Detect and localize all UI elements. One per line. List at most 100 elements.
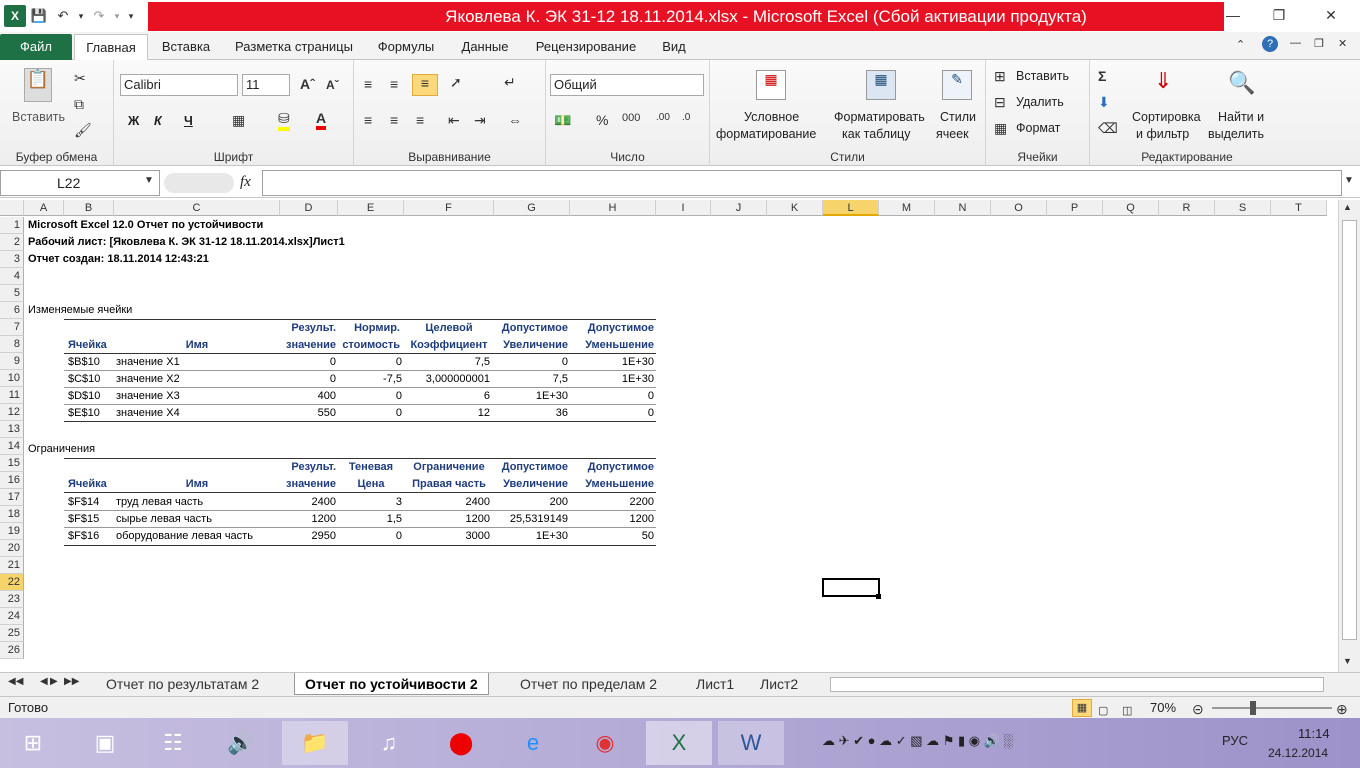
table-header[interactable]: значение xyxy=(280,337,336,354)
table-cell[interactable]: 3,000000001 xyxy=(404,371,490,388)
column-header[interactable]: A xyxy=(24,200,64,216)
tab-view[interactable]: Вид xyxy=(654,37,694,59)
next-sheet-icon[interactable]: ▶ xyxy=(50,676,58,687)
table-header[interactable]: Увеличение xyxy=(494,337,568,354)
last-sheet-icon[interactable]: ▶▶ xyxy=(64,676,79,687)
table-cell[interactable]: 1E+30 xyxy=(494,388,568,405)
decrease-font-icon[interactable]: Aˇ xyxy=(326,78,339,92)
minimize-icon[interactable]: — xyxy=(1210,0,1256,30)
table-header[interactable]: Увеличение xyxy=(494,476,568,493)
column-header[interactable]: F xyxy=(404,200,494,216)
report-worksheet[interactable]: Рабочий лист: [Яковлева К. ЭК 31-12 18.1… xyxy=(28,234,345,251)
table-cell[interactable]: значение X4 xyxy=(116,405,180,422)
column-header[interactable]: D xyxy=(280,200,338,216)
taskbar-media-icon[interactable]: 🔊 xyxy=(208,721,274,765)
column-header[interactable]: M xyxy=(879,200,935,216)
clock-date[interactable]: 24.12.2014 xyxy=(1268,746,1328,760)
align-right-icon[interactable]: ≡ xyxy=(416,112,424,128)
borders-icon[interactable]: ▦ xyxy=(232,112,245,129)
taskbar-music-icon[interactable]: ♫ xyxy=(356,721,422,765)
column-header[interactable]: C xyxy=(114,200,280,216)
table-cell[interactable]: 1200 xyxy=(570,511,654,528)
orientation-icon[interactable]: ➚ xyxy=(450,74,462,91)
taskbar-word-icon[interactable]: W xyxy=(718,721,784,765)
table-header[interactable]: Теневая xyxy=(338,459,404,476)
table-header[interactable]: Результ. xyxy=(280,320,336,337)
table-cell[interactable]: 0 xyxy=(570,388,654,405)
row-header[interactable]: 20 xyxy=(0,540,24,557)
insert-function-icon[interactable]: fx xyxy=(240,174,251,191)
merge-center-icon[interactable]: ⇔ xyxy=(508,112,522,128)
paste-button[interactable]: Вставить xyxy=(12,110,65,124)
row-header[interactable]: 24 xyxy=(0,608,24,625)
table-cell[interactable]: 0 xyxy=(280,354,336,371)
table-cell[interactable]: сырье левая часть xyxy=(116,511,212,528)
scroll-up-icon[interactable]: ▲ xyxy=(1343,202,1352,212)
row-header[interactable]: 7 xyxy=(0,319,24,336)
table-cell[interactable]: 25,5319149 xyxy=(494,511,568,528)
name-box-dropdown-icon[interactable]: ▼ xyxy=(144,175,154,186)
table-cell[interactable]: $C$10 xyxy=(68,371,100,388)
table-header[interactable]: Коэффициент xyxy=(404,337,494,354)
table-cell[interactable]: 2950 xyxy=(280,528,336,545)
delete-cells-button[interactable]: Удалить xyxy=(1016,95,1064,109)
tab-page-layout[interactable]: Разметка страницы xyxy=(224,37,364,59)
format-as-table-label-1[interactable]: Форматировать xyxy=(834,110,925,124)
table-cell[interactable]: 7,5 xyxy=(404,354,490,371)
row-header[interactable]: 1 xyxy=(0,217,24,234)
vertical-scrollbar[interactable]: ▲ ▼ xyxy=(1338,200,1360,672)
table-cell[interactable]: 12 xyxy=(404,405,490,422)
column-header[interactable]: R xyxy=(1159,200,1215,216)
paste-icon[interactable]: 📋 xyxy=(24,68,52,102)
row-header[interactable]: 14 xyxy=(0,438,24,455)
conditional-format-label-2[interactable]: форматирование xyxy=(716,127,816,141)
start-button-icon[interactable]: ⊞ xyxy=(0,721,66,765)
tray-icons[interactable]: ☁ ✈ ✔ ● ☁ ✓ ▧ ☁ ⚑ ▮ ◉ 🔊 ░ xyxy=(822,733,1013,749)
row-header[interactable]: 11 xyxy=(0,387,24,404)
align-middle-icon[interactable]: ≡ xyxy=(390,76,398,92)
column-header[interactable]: S xyxy=(1215,200,1271,216)
sort-filter-label-1[interactable]: Сортировка xyxy=(1132,110,1201,124)
formula-bar-splitter[interactable] xyxy=(164,173,234,193)
table-cell[interactable]: 2400 xyxy=(280,494,336,511)
row-header[interactable]: 12 xyxy=(0,404,24,421)
fill-icon[interactable]: ⬇ xyxy=(1098,94,1110,111)
table-cell[interactable]: 1E+30 xyxy=(570,354,654,371)
excel-logo-icon[interactable]: X xyxy=(4,5,26,27)
row-header[interactable]: 15 xyxy=(0,455,24,472)
table-header[interactable]: Допустимое xyxy=(570,320,654,337)
table-cell[interactable]: 1E+30 xyxy=(494,528,568,545)
taskbar-yandex-icon[interactable]: ⬤ xyxy=(428,721,494,765)
undo-dropdown-icon[interactable]: ▾ xyxy=(76,5,86,27)
help-icon[interactable]: ? xyxy=(1262,36,1278,52)
increase-indent-icon[interactable]: ⇥ xyxy=(474,112,486,129)
worksheet-grid[interactable]: A B C D E F G H I J K L M N O P Q R S T … xyxy=(0,200,1338,672)
tab-home[interactable]: Главная xyxy=(74,34,148,61)
column-header[interactable]: J xyxy=(711,200,767,216)
increase-font-icon[interactable]: Aˆ xyxy=(300,76,315,92)
row-header[interactable]: 18 xyxy=(0,506,24,523)
table-header[interactable]: Результ. xyxy=(280,459,336,476)
table-cell[interactable]: 0 xyxy=(494,354,568,371)
horizontal-scroll-thumb[interactable] xyxy=(830,677,1324,692)
row-header[interactable]: 6 xyxy=(0,302,24,319)
save-icon[interactable]: 💾 xyxy=(28,5,50,27)
taskbar-explorer-icon[interactable]: 📁 xyxy=(282,721,348,765)
table-cell[interactable]: 50 xyxy=(570,528,654,545)
redo-dropdown-icon[interactable]: ▾ xyxy=(112,5,122,27)
table-header[interactable]: Уменьшение xyxy=(570,476,654,493)
sheet-tab[interactable]: Отчет по результатам 2 xyxy=(96,673,269,695)
table-cell[interactable]: $E$10 xyxy=(68,405,100,422)
italic-button[interactable]: К xyxy=(154,114,162,128)
vertical-scroll-thumb[interactable] xyxy=(1342,220,1357,640)
align-center-icon[interactable]: ≡ xyxy=(390,112,398,128)
cell-styles-label-1[interactable]: Стили xyxy=(940,110,976,124)
delete-cells-icon[interactable]: ⊟ xyxy=(994,94,1006,111)
column-header[interactable]: T xyxy=(1271,200,1327,216)
table-cell[interactable]: 3 xyxy=(338,494,402,511)
find-select-label-1[interactable]: Найти и xyxy=(1218,110,1264,124)
table-header[interactable]: Ячейка xyxy=(68,476,107,493)
row-header[interactable]: 17 xyxy=(0,489,24,506)
table-cell[interactable]: 0 xyxy=(570,405,654,422)
fill-handle[interactable] xyxy=(876,594,881,599)
